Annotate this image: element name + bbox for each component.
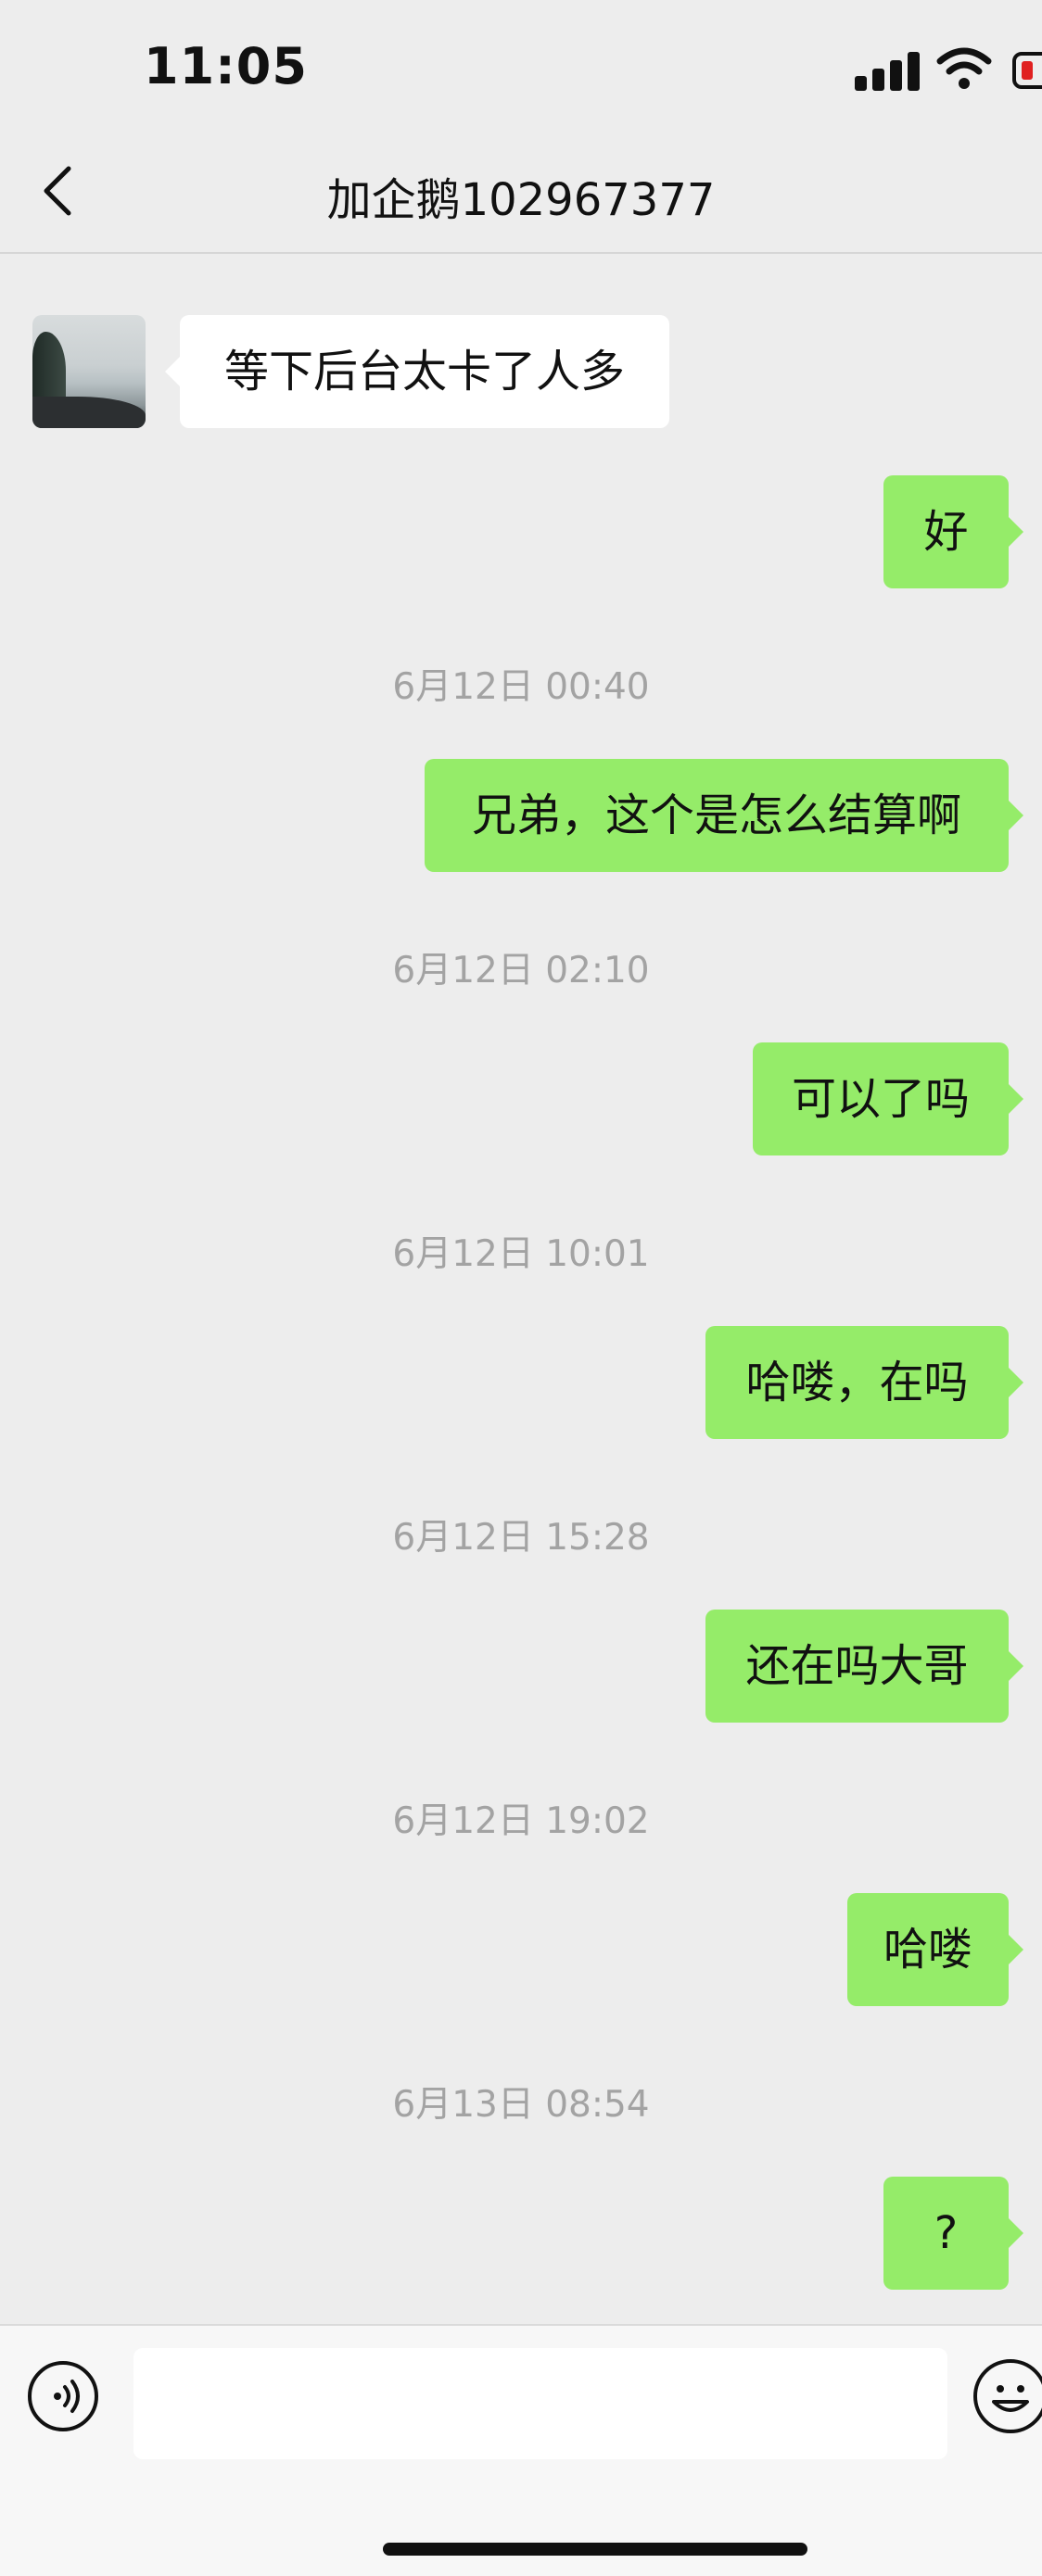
message-timestamp: 6月12日 19:02 <box>392 1800 650 1842</box>
contact-avatar[interactable] <box>32 315 146 428</box>
message-input[interactable] <box>133 2348 947 2459</box>
outgoing-message[interactable]: 哈喽 <box>847 1893 1023 2006</box>
message-timestamp: 6月12日 00:40 <box>392 666 650 708</box>
outgoing-message[interactable]: 兄弟，这个是怎么结算啊 <box>425 759 1023 872</box>
battery-icon <box>1012 52 1042 89</box>
wifi-icon <box>936 47 992 89</box>
emoji-button[interactable] <box>973 2359 1042 2433</box>
message-timestamp: 6月12日 02:10 <box>392 950 650 991</box>
cellular-signal-icon <box>855 50 920 91</box>
message-timestamp: 6月12日 15:28 <box>392 1517 650 1559</box>
outgoing-message[interactable]: 哈喽，在吗 <box>705 1326 1023 1439</box>
voice-input-button[interactable] <box>28 2361 98 2431</box>
status-bar: 11:05 <box>0 0 1042 139</box>
incoming-message[interactable]: 等下后台太卡了人多 <box>165 315 669 428</box>
outgoing-message[interactable]: 还在吗大哥 <box>705 1610 1023 1723</box>
message-timestamp: 6月12日 10:01 <box>392 1233 650 1275</box>
message-timestamp: 6月13日 08:54 <box>392 2084 650 2126</box>
message-list[interactable]: 等下后台太卡了人多 好 6月12日 00:40 兄弟，这个是怎么结算啊 6月12… <box>0 254 1042 2322</box>
status-time: 11:05 <box>144 37 308 95</box>
navigation-bar: 加企鹅102967377 <box>0 139 1042 254</box>
outgoing-message[interactable]: 好 <box>883 475 1023 588</box>
voice-icon <box>54 2380 80 2413</box>
home-indicator <box>383 2543 807 2556</box>
chat-title: 加企鹅102967377 <box>326 174 716 226</box>
outgoing-message[interactable]: 可以了吗 <box>753 1042 1023 1155</box>
input-bar <box>0 2324 1042 2576</box>
outgoing-message[interactable]: ? <box>883 2177 1023 2290</box>
emoji-icon <box>992 2385 1029 2412</box>
